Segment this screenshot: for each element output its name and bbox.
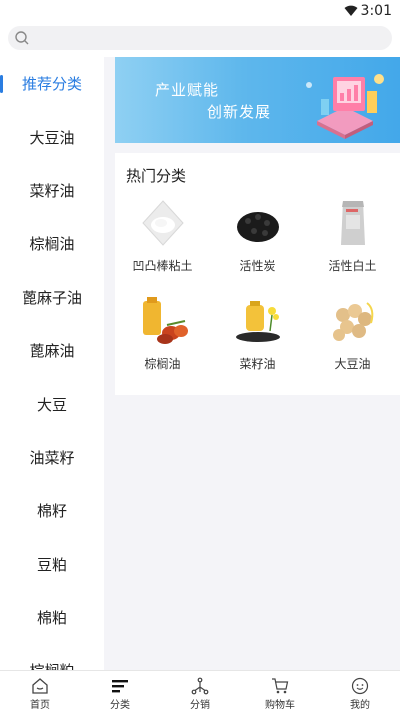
nav-label: 首页 <box>30 700 50 711</box>
status-bar: 3:01 <box>0 0 400 24</box>
nav-category[interactable]: 分类 <box>80 671 160 712</box>
nav-home[interactable]: 首页 <box>0 671 80 712</box>
sidebar-item-rapeseed[interactable]: 油菜籽 <box>0 431 104 484</box>
palm-oil-icon <box>143 297 188 344</box>
promo-banner[interactable]: 产业赋能 创新发展 <box>115 57 400 143</box>
sidebar-item-label: 大豆 <box>36 395 67 414</box>
sidebar-item-label: 棉籽 <box>36 502 67 521</box>
sidebar-item-label: 油菜籽 <box>29 448 75 467</box>
bottom-nav: 首页 分类 分销 购物车 我的 <box>0 670 400 712</box>
hot-categories-card: 热门分类 凹凸棒粘土 活性炭 活性白土 棕榈油 菜籽油 大豆油 <box>115 153 400 395</box>
search-input[interactable] <box>8 26 392 50</box>
sidebar-item-label: 蓖麻油 <box>29 342 75 361</box>
hot-item-label: 活性白土 <box>328 259 377 273</box>
cart-icon <box>272 678 289 694</box>
sidebar-item-label: 菜籽油 <box>29 181 75 200</box>
hot-item-rapeseed-oil[interactable]: 菜籽油 <box>210 295 305 393</box>
sidebar-item-soybean-meal[interactable]: 豆粕 <box>0 538 104 591</box>
nav-profile[interactable]: 我的 <box>320 671 400 712</box>
sidebar-item-label: 棕榈粕 <box>29 660 74 670</box>
industry-illustration-icon <box>306 74 384 139</box>
sidebar-item-palm-kernel-meal[interactable]: 棕榈粕 <box>0 644 104 670</box>
home-icon <box>32 678 48 694</box>
sidebar-item-label: 棉粕 <box>36 609 67 628</box>
nav-cart[interactable]: 购物车 <box>240 671 320 712</box>
banner-line1: 产业赋能 <box>155 81 220 99</box>
category-content: 产业赋能 创新发展 热门分类 凹凸棒粘土 活性炭 活性白土 棕榈油 菜籽油 大豆… <box>104 57 400 670</box>
hot-item-clay[interactable]: 凹凸棒粘土 <box>115 197 210 295</box>
sidebar-item-label: 推荐分类 <box>21 75 82 94</box>
sidebar-item-label: 蓖麻子油 <box>21 288 82 307</box>
hot-item-label: 活性炭 <box>239 259 276 273</box>
hot-item-label: 凹凸棒粘土 <box>132 259 193 273</box>
search-icon <box>15 31 29 45</box>
sidebar-item-label: 大豆油 <box>29 128 75 147</box>
bleaching-earth-bag-icon <box>341 201 365 245</box>
sidebar-item-label: 棕榈油 <box>29 235 75 254</box>
clay-powder-icon <box>142 200 184 246</box>
nav-label: 分类 <box>110 700 130 711</box>
sidebar-item-palm-oil[interactable]: 棕榈油 <box>0 217 104 270</box>
hot-item-label: 菜籽油 <box>239 357 276 371</box>
hot-item-palm-oil[interactable]: 棕榈油 <box>115 295 210 393</box>
sidebar-item-soybean-oil[interactable]: 大豆油 <box>0 110 104 163</box>
category-sidebar: 推荐分类 大豆油 菜籽油 棕榈油 蓖麻子油 蓖麻油 大豆 油菜籽 棉籽 豆粕 棉… <box>0 57 104 670</box>
sidebar-item-rapeseed-oil[interactable]: 菜籽油 <box>0 164 104 217</box>
hot-item-bleaching-earth[interactable]: 活性白土 <box>305 197 400 295</box>
hot-item-soybean-oil[interactable]: 大豆油 <box>305 295 400 393</box>
nav-label: 我的 <box>350 700 370 711</box>
rapeseed-oil-icon <box>236 301 280 342</box>
sidebar-item-castor-oil[interactable]: 蓖麻油 <box>0 324 104 377</box>
banner-line2: 创新发展 <box>207 103 272 121</box>
nav-label: 分销 <box>190 700 210 711</box>
sidebar-item-label: 豆粕 <box>36 555 67 574</box>
nav-label: 购物车 <box>265 700 295 711</box>
sidebar-item-soybean[interactable]: 大豆 <box>0 377 104 430</box>
sidebar-item-cottonseed-meal[interactable]: 棉粕 <box>0 591 104 644</box>
sidebar-item-recommended[interactable]: 推荐分类 <box>0 57 104 110</box>
hot-categories-grid: 凹凸棒粘土 活性炭 活性白土 棕榈油 菜籽油 大豆油 <box>115 197 400 393</box>
profile-icon <box>351 677 369 695</box>
hot-item-label: 棕榈油 <box>144 357 181 371</box>
sidebar-item-castor-seed-oil[interactable]: 蓖麻子油 <box>0 271 104 324</box>
status-time: 3:01 <box>360 3 392 19</box>
sidebar-item-cottonseed[interactable]: 棉籽 <box>0 484 104 537</box>
soybean-icon <box>333 302 374 341</box>
wifi-icon <box>344 5 358 16</box>
category-icon <box>112 680 128 693</box>
hot-item-activated-carbon[interactable]: 活性炭 <box>210 197 305 295</box>
hot-categories-title: 热门分类 <box>126 167 187 185</box>
activated-carbon-icon <box>237 212 279 242</box>
nav-distribution[interactable]: 分销 <box>160 671 240 712</box>
distribution-icon <box>191 677 209 695</box>
hot-item-label: 大豆油 <box>334 357 371 371</box>
